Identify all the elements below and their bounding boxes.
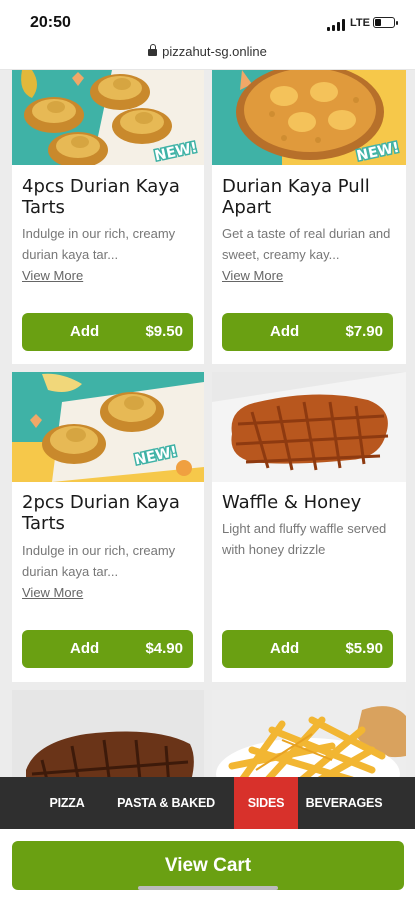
add-label: Add [270,640,300,657]
tab-pizza[interactable]: PIZZA [40,777,94,829]
product-card[interactable]: NEW! 4pcs Durian Kaya Tarts Indulge in o… [12,70,204,364]
tab-beverages[interactable]: BEVERAGES [304,777,384,829]
new-badge: NEW! [152,138,200,162]
product-card[interactable]: NEW! Durian Kaya Pull Apart Get a taste … [212,70,406,364]
view-more-link[interactable]: View More [22,268,83,283]
svg-text:NEW!: NEW! [355,140,400,162]
add-to-cart-button[interactable]: Add $5.90 [222,630,393,668]
tab-pasta-baked-rice[interactable]: PASTA & BAKED RICE [104,777,228,862]
product-title: Durian Kaya Pull Apart [222,176,370,218]
product-title: 2pcs Durian Kaya Tarts [22,492,180,534]
price: $5.90 [345,640,383,657]
new-badge: NEW! [354,138,402,162]
product-card[interactable]: Waffle & Honey Light and fluffy waffle s… [212,372,406,682]
waffle-image [212,372,406,482]
add-to-cart-button[interactable]: Add $9.50 [22,313,193,351]
battery-icon [373,17,398,28]
network-type: LTE [350,17,370,29]
add-to-cart-button[interactable]: Add $4.90 [22,630,193,668]
address-bar[interactable]: pizzahut-sg.online [0,44,415,70]
price: $7.90 [345,323,383,340]
add-to-cart-button[interactable]: Add $7.90 [222,313,393,351]
view-cart-button[interactable]: View Cart [12,841,404,890]
product-description: Indulge in our rich, creamy durian kaya … [22,543,176,579]
price: $4.90 [145,640,183,657]
view-more-link[interactable]: View More [222,268,283,283]
product-description: Light and fluffy waffle served with hone… [222,521,387,557]
product-description: Indulge in our rich, creamy durian kaya … [22,226,176,262]
price: $9.50 [145,323,183,340]
add-label: Add [70,323,100,340]
new-badge: NEW! [132,442,180,466]
url-text: pizzahut-sg.online [162,44,267,59]
product-title: 4pcs Durian Kaya Tarts [22,176,180,218]
add-label: Add [270,323,300,340]
status-bar: 20:50 LTE [0,0,415,44]
signal-icon [327,19,345,31]
tab-sides[interactable]: SIDES [234,777,298,829]
home-indicator[interactable] [138,886,278,890]
category-tab-bar: PIZZA PASTA & BAKED RICE SIDES BEVERAGES [0,777,415,862]
view-more-link[interactable]: View More [22,585,83,600]
lock-icon [148,44,158,56]
product-description: Get a taste of real durian and sweet, cr… [222,226,391,262]
product-title: Waffle & Honey [222,492,362,513]
clock: 20:50 [30,14,71,31]
svg-text:NEW!: NEW! [153,140,198,162]
svg-text:NEW!: NEW! [133,444,178,466]
add-label: Add [70,640,100,657]
product-card[interactable]: NEW! 2pcs Durian Kaya Tarts Indulge in o… [12,372,204,682]
